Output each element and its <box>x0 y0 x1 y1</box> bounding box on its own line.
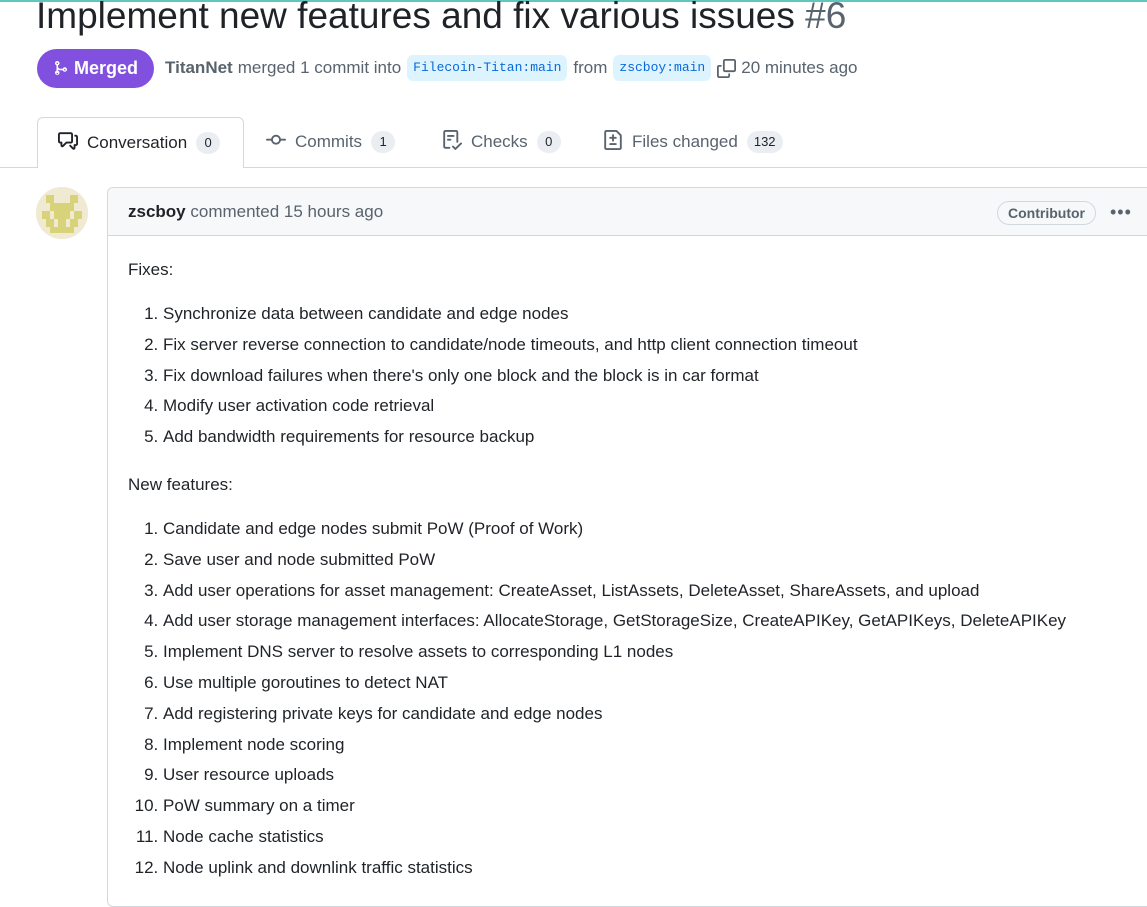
contributor-badge: Contributor <box>997 201 1096 225</box>
base-branch-link[interactable]: Filecoin-Titan:main <box>407 55 568 81</box>
from-text: from <box>573 58 608 77</box>
tab-files-changed[interactable]: Files changed 132 <box>603 117 783 167</box>
list-item: PoW summary on a timer <box>163 791 1066 822</box>
checklist-icon <box>442 129 463 155</box>
kebab-horizontal-icon[interactable]: ••• <box>1110 202 1132 223</box>
tab-files-changed-label: Files changed <box>632 132 738 151</box>
features-list: Candidate and edge nodes submit PoW (Pro… <box>128 514 1066 884</box>
list-item: Node cache statistics <box>163 822 1066 853</box>
list-item: Save user and node submitted PoW <box>163 545 1066 576</box>
merged-state-badge: Merged <box>37 48 155 88</box>
list-item: Synchronize data between candidate and e… <box>163 299 858 330</box>
pr-tabs: Conversation 0 Commits 1 Checks 0 Files … <box>0 117 1147 168</box>
comment-box: zscboy commented 15 hours ago Contributo… <box>107 187 1147 907</box>
tab-checks-count: 0 <box>536 131 561 153</box>
comment-byline: zscboy commented 15 hours ago <box>128 202 383 222</box>
list-item: Add user storage management interfaces: … <box>163 606 1066 637</box>
comment-action[interactable]: commented 15 hours ago <box>190 202 383 221</box>
pr-number: #6 <box>805 0 847 36</box>
list-item: Fix server reverse connection to candida… <box>163 330 858 361</box>
head-branch-link[interactable]: zscboy:main <box>613 55 712 81</box>
tab-conversation-count: 0 <box>196 132 221 154</box>
copy-icon[interactable] <box>717 58 737 78</box>
tab-checks[interactable]: Checks 0 <box>442 117 561 167</box>
tab-files-changed-count: 132 <box>746 131 783 153</box>
avatar[interactable] <box>36 187 88 239</box>
list-item: Modify user activation code retrieval <box>163 391 858 422</box>
list-item: Use multiple goroutines to detect NAT <box>163 668 1066 699</box>
merged-state-label: Merged <box>74 57 139 78</box>
page-title: Implement new features and fix various i… <box>36 0 846 38</box>
git-commit-icon <box>266 130 286 155</box>
features-heading: New features: <box>128 475 233 494</box>
list-item: Fix download failures when there's only … <box>163 361 858 392</box>
list-item: Candidate and edge nodes submit PoW (Pro… <box>163 514 1066 545</box>
comment-header: zscboy commented 15 hours ago Contributo… <box>108 188 1147 236</box>
merge-summary: TitanNet merged 1 commit into Filecoin-T… <box>165 55 857 81</box>
list-item: Node uplink and downlink traffic statist… <box>163 853 1066 884</box>
pr-author-link[interactable]: TitanNet <box>165 58 233 78</box>
pr-title-text: Implement new features and fix various i… <box>36 0 795 36</box>
list-item: Add bandwidth requirements for resource … <box>163 422 858 453</box>
merge-time: 20 minutes ago <box>741 58 858 77</box>
tab-conversation[interactable]: Conversation 0 <box>37 117 244 168</box>
list-item: User resource uploads <box>163 760 1066 791</box>
list-item: Add registering private keys for candida… <box>163 699 1066 730</box>
tab-conversation-label: Conversation <box>87 133 188 152</box>
tab-commits[interactable]: Commits 1 <box>266 117 396 167</box>
list-item: Implement node scoring <box>163 730 1066 761</box>
tab-commits-label: Commits <box>295 132 363 151</box>
git-merge-icon <box>53 60 69 76</box>
tab-checks-label: Checks <box>471 132 528 151</box>
list-item: Implement DNS server to resolve assets t… <box>163 637 1066 668</box>
comment-discussion-icon <box>58 131 78 156</box>
fixes-heading: Fixes: <box>128 260 174 279</box>
pr-meta: Merged TitanNet merged 1 commit into Fil… <box>37 48 857 88</box>
file-diff-icon <box>603 129 623 155</box>
comment-author-link[interactable]: zscboy <box>128 202 186 221</box>
fixes-list: Synchronize data between candidate and e… <box>128 299 858 453</box>
list-item: Add user operations for asset management… <box>163 576 1066 607</box>
tab-commits-count: 1 <box>371 131 396 153</box>
merge-text: merged 1 commit into <box>237 58 402 77</box>
